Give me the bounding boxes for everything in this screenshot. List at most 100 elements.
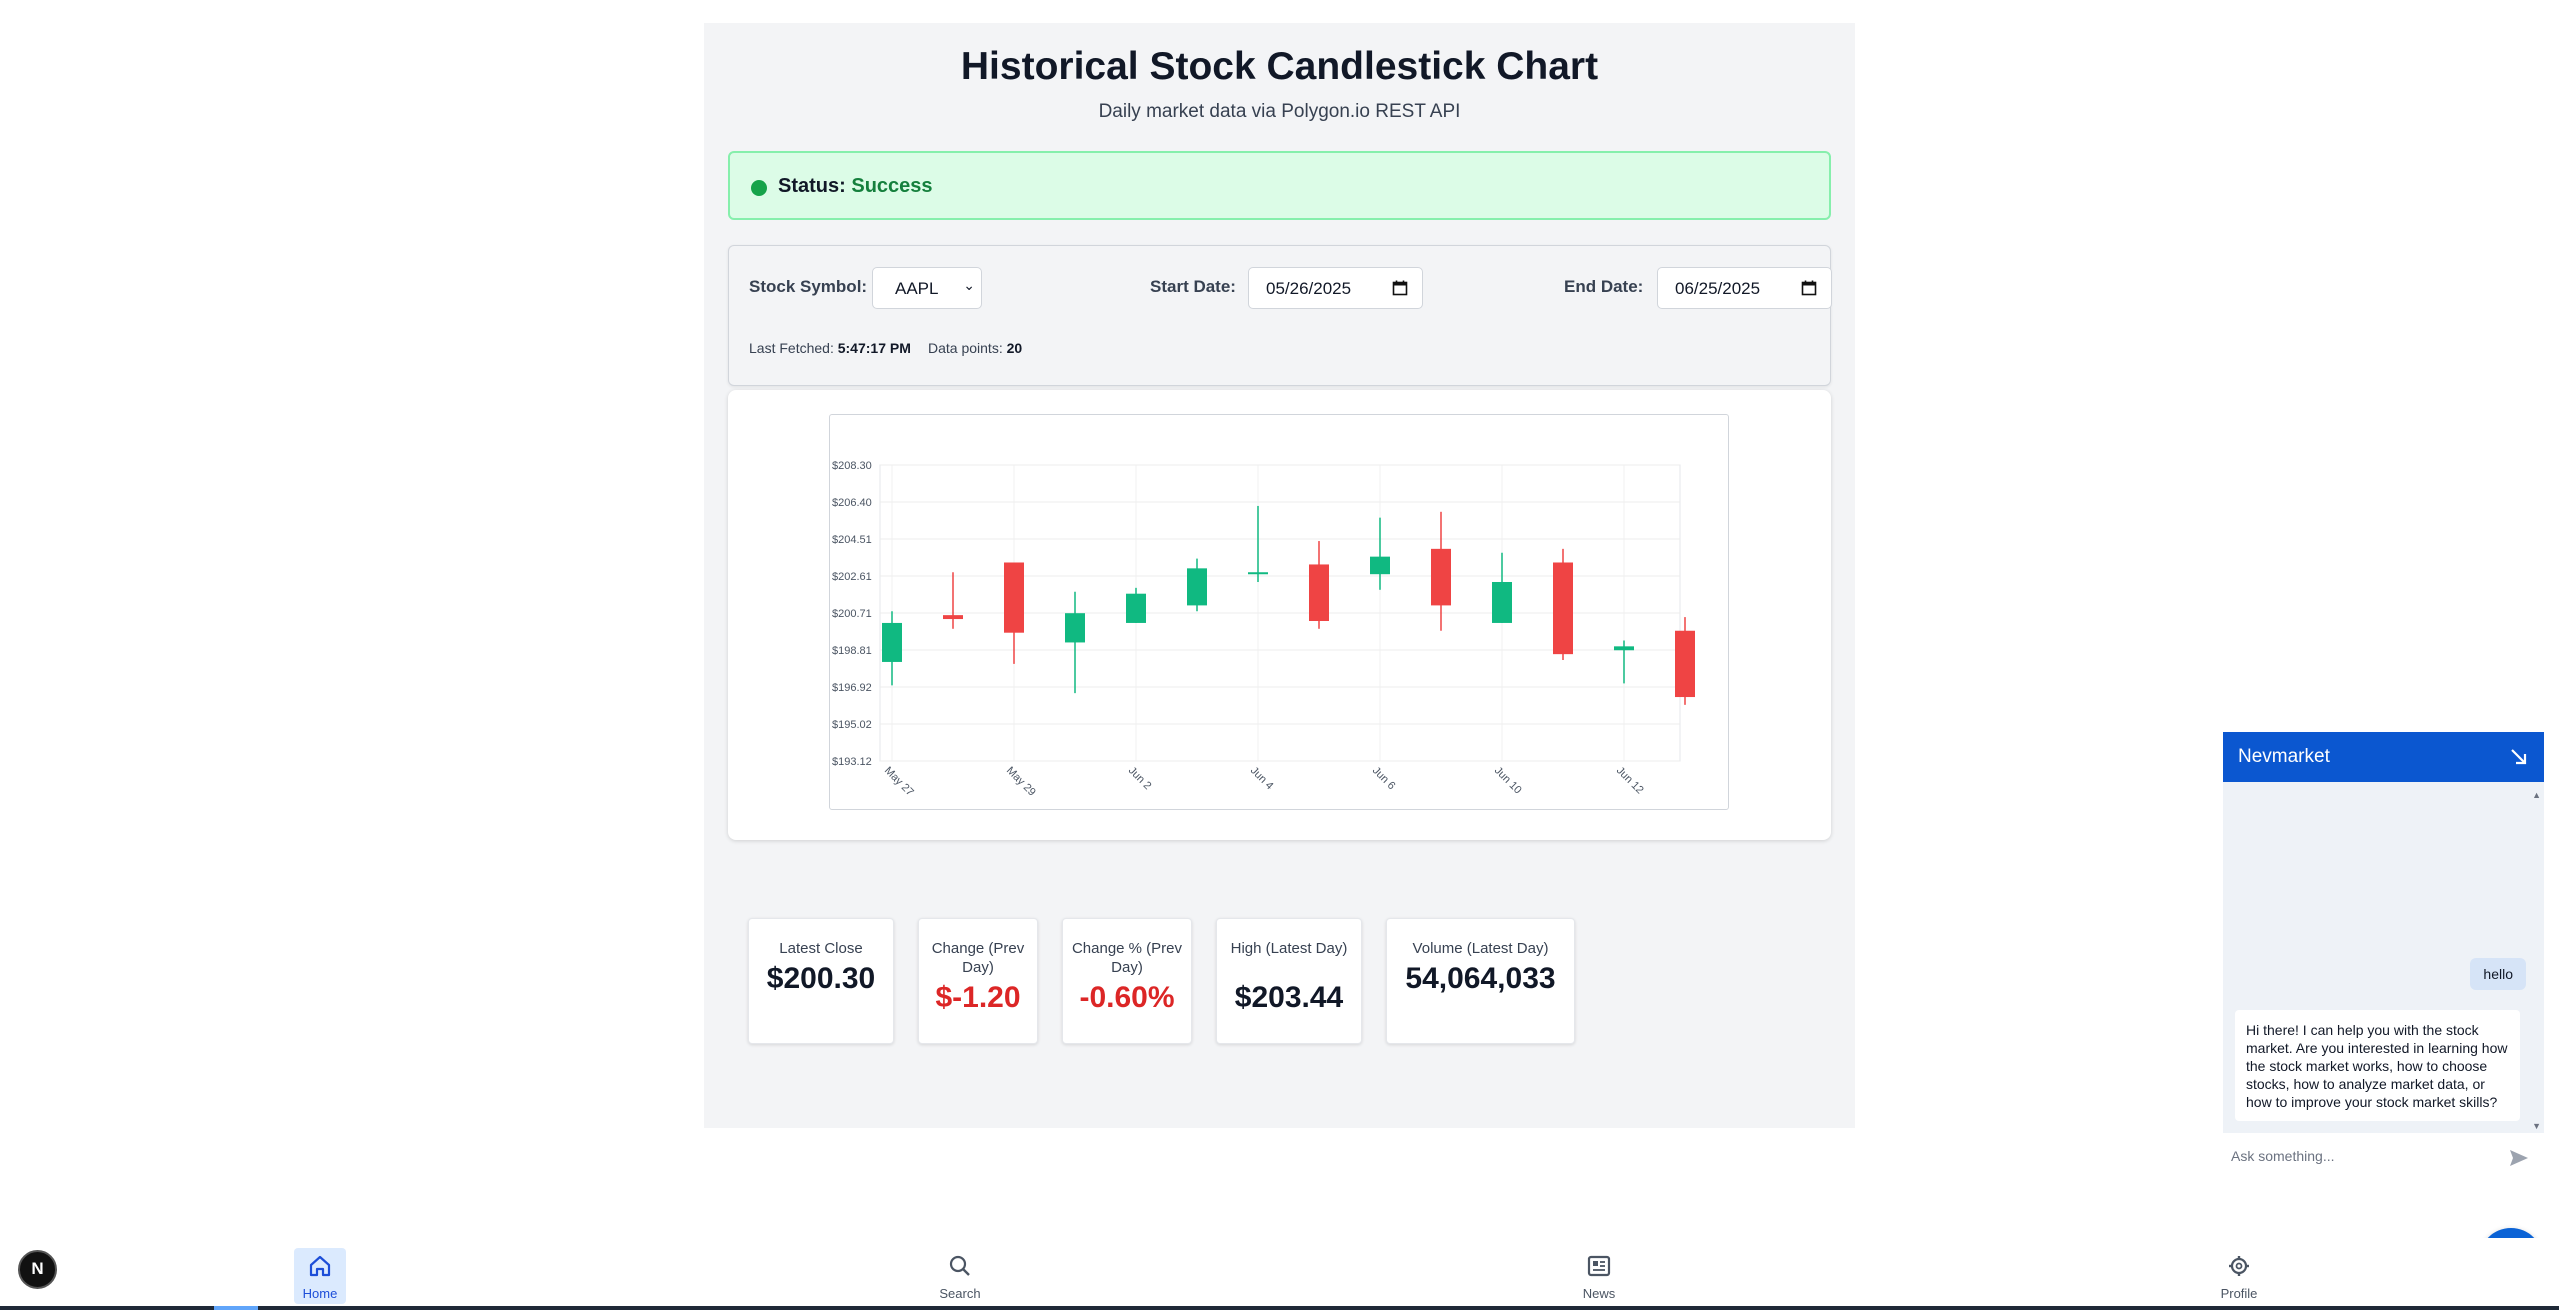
controls-panel: Stock Symbol: AAPL ⌄ Start Date: 05/26/2… <box>728 245 1832 386</box>
calendar-icon[interactable] <box>1801 280 1817 296</box>
bottom-nav: Home Search News Profile <box>0 1238 2559 1310</box>
stat-card-volume: Volume (Latest Day) 54,064,033 <box>1386 918 1575 1044</box>
stat-value: $200.30 <box>766 962 876 995</box>
strip-segment <box>214 1306 258 1310</box>
news-icon <box>1587 1255 1611 1277</box>
chat-widget: Nevmarket ▲ hello Hi there! I can help y… <box>2223 732 2544 1183</box>
nav-item-news[interactable]: News <box>1573 1248 1625 1304</box>
candle-body <box>1248 572 1268 575</box>
symbol-label: Stock Symbol: <box>749 277 868 296</box>
x-tick-label: Jun 6 <box>1370 765 1398 793</box>
symbol-value: AAPL <box>895 279 939 298</box>
candle-body <box>1431 548 1451 606</box>
page-title: Historical Stock Candlestick Chart <box>960 45 1599 88</box>
y-tick-label: $200.71 <box>832 608 872 620</box>
candle-body <box>882 622 902 662</box>
last-fetched: Last Fetched: 5:47:17 PM <box>749 340 911 356</box>
calendar-icon[interactable] <box>1392 280 1408 296</box>
nav-label-search: Search <box>939 1286 981 1301</box>
stat-value: $203.44 <box>1234 981 1344 1014</box>
stat-value: 54,064,033 <box>1405 962 1556 995</box>
status-banner: Status: Success <box>728 151 1831 220</box>
data-points-label: Data points: <box>928 340 1003 356</box>
page-subtitle: Daily market data via Polygon.io REST AP… <box>1098 101 1461 122</box>
bottom-strip <box>0 1306 2559 1310</box>
nav-label-home: Home <box>302 1286 338 1301</box>
stat-label: Latest Close <box>779 940 863 957</box>
start-date-value: 05/26/2025 <box>1266 279 1352 298</box>
search-icon <box>949 1255 970 1276</box>
nav-label-profile: Profile <box>2220 1286 2258 1301</box>
start-date-input[interactable]: 05/26/2025 <box>1248 267 1423 309</box>
nav-item-home[interactable]: Home <box>294 1248 346 1304</box>
end-date-input[interactable]: 06/25/2025 <box>1657 267 1832 309</box>
data-points-value: 20 <box>1006 340 1023 356</box>
gear-icon <box>2229 1256 2249 1276</box>
candle-body <box>1126 593 1146 623</box>
stat-card-high: High (Latest Day) $203.44 <box>1216 918 1362 1044</box>
send-icon[interactable] <box>2508 1147 2530 1169</box>
nav-label-news: News <box>1582 1286 1616 1301</box>
nav-item-search[interactable]: Search <box>934 1248 986 1304</box>
candle-body <box>1309 564 1329 621</box>
candle-body <box>1614 646 1634 651</box>
y-tick-label: $195.02 <box>832 719 872 731</box>
x-tick-label: May 27 <box>882 765 916 799</box>
status-label: Status: <box>778 175 846 197</box>
stat-value: $-1.20 <box>935 981 1021 1014</box>
candle-body <box>1370 556 1390 575</box>
y-tick-label: $208.30 <box>832 460 872 472</box>
y-tick-label: $193.12 <box>832 756 872 768</box>
end-date-value: 06/25/2025 <box>1675 279 1761 298</box>
candle-body <box>1492 581 1512 623</box>
scroll-down-icon[interactable]: ▼ <box>2532 1121 2541 1131</box>
candle-body <box>1187 568 1207 606</box>
end-date-label: End Date: <box>1564 277 1644 296</box>
chat-messages[interactable]: ▲ hello Hi there! I can help you with th… <box>2223 782 2544 1133</box>
nav-item-profile[interactable]: Profile <box>2213 1248 2265 1304</box>
main-panel: Historical Stock Candlestick Chart Daily… <box>704 23 1855 1128</box>
bot-message: Hi there! I can help you with the stock … <box>2235 1010 2520 1121</box>
chevron-down-icon: ⌄ <box>963 277 975 293</box>
status-value: Success <box>851 175 933 197</box>
x-tick-label: Jun 12 <box>1614 765 1646 797</box>
stat-card-change: Change (Prev Day) $-1.20 <box>918 918 1038 1044</box>
stat-label: Change % (Prev Day) <box>1071 940 1183 976</box>
chart-card: $208.30 $206.40 $204.51 $202.61 $200.71 $198.… <box>728 390 1831 840</box>
status-dot <box>751 180 767 196</box>
chart-frame: $208.30 $206.40 $204.51 $202.61 $200.71 $198.… <box>829 414 1729 810</box>
next-badge[interactable]: N <box>18 1250 57 1289</box>
stat-card-latest-close: Latest Close $200.30 <box>748 918 894 1044</box>
chat-input-row: Ask something... <box>2223 1133 2544 1183</box>
stat-label: High (Latest Day) <box>1230 940 1348 957</box>
last-fetched-value: 5:47:17 PM <box>837 340 911 356</box>
status-text: Status: Success <box>778 175 933 198</box>
candle-body <box>1553 562 1573 655</box>
app-root: Historical Stock Candlestick Chart Daily… <box>0 0 2559 1310</box>
last-fetched-label: Last Fetched: <box>749 340 834 356</box>
x-tick-label: Jun 10 <box>1492 765 1524 797</box>
y-tick-label: $204.51 <box>832 534 872 546</box>
user-message: hello <box>2470 958 2526 990</box>
stat-label: Volume (Latest Day) <box>1412 940 1549 957</box>
minimize-icon[interactable] <box>2508 746 2530 768</box>
candle-body <box>1065 613 1085 643</box>
x-tick-label: Jun 4 <box>1248 765 1276 793</box>
start-date-label: Start Date: <box>1150 277 1236 296</box>
badge-letter: N <box>31 1259 44 1278</box>
candle-body <box>1004 562 1024 633</box>
stat-label: Change (Prev Day) <box>931 940 1025 976</box>
stat-value: -0.60% <box>1079 981 1175 1014</box>
stat-card-change-percent: Change % (Prev Day) -0.60% <box>1062 918 1192 1044</box>
scroll-up-icon[interactable]: ▲ <box>2532 790 2541 800</box>
chat-input[interactable]: Ask something... <box>2231 1148 2335 1164</box>
x-tick-label: May 29 <box>1004 765 1038 799</box>
home-icon <box>309 1255 331 1277</box>
y-tick-label: $196.92 <box>832 682 872 694</box>
y-tick-label: $198.81 <box>832 645 872 657</box>
data-points: Data points: 20 <box>928 340 1022 356</box>
candle-body <box>943 615 963 620</box>
symbol-select[interactable]: AAPL ⌄ <box>872 267 982 309</box>
chat-title: Nevmarket <box>2238 746 2330 767</box>
candle-body <box>1675 630 1695 698</box>
